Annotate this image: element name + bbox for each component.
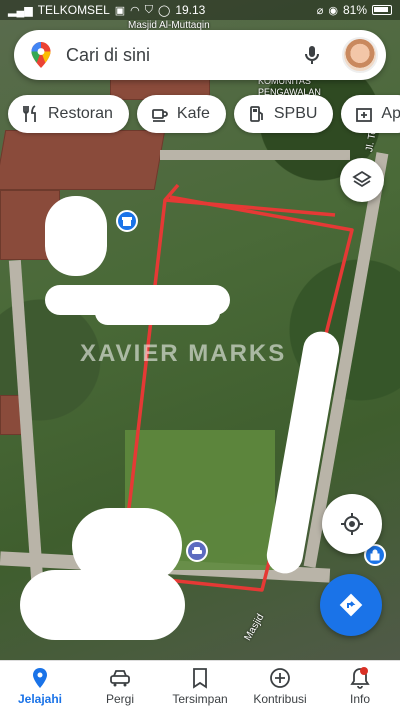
category-chips: Restoran Kafe SPBU Ap <box>0 95 400 133</box>
app-notification-icon: ▣ <box>114 4 126 17</box>
layers-icon <box>352 170 372 188</box>
chip-label: Ap <box>381 105 400 122</box>
carrier-name: TELKOMSEL <box>37 3 110 17</box>
directions-icon <box>339 593 363 617</box>
chip-kafe[interactable]: Kafe <box>136 95 226 133</box>
my-location-button[interactable] <box>322 494 382 554</box>
nav-label: Pergi <box>105 691 134 706</box>
car-icon <box>110 669 130 686</box>
whatsapp-icon: ◯ <box>158 4 171 17</box>
notification-dot <box>360 667 368 675</box>
poi-car-icon[interactable] <box>186 540 208 562</box>
clock: 19.13 <box>175 3 206 17</box>
battery-icon <box>372 5 392 15</box>
layers-button[interactable] <box>340 158 384 202</box>
nav-label: Kontribusi <box>253 691 307 706</box>
chip-label: SPBU <box>273 105 318 122</box>
gas-station-icon <box>249 106 263 122</box>
nav-tersimpan[interactable]: Tersimpan <box>162 667 238 706</box>
mic-icon[interactable] <box>300 43 324 67</box>
redaction-scribble <box>20 570 185 640</box>
search-input[interactable]: Cari di sini <box>66 45 300 66</box>
add-circle-icon <box>270 667 290 688</box>
search-bar[interactable]: Cari di sini <box>14 30 386 80</box>
status-bar: ▂▄▆ TELKOMSEL ▣ ◠ ⛉ ◯ 19.13 ⌀ ◉ 81% <box>0 0 400 20</box>
maps-pin-icon <box>31 42 51 68</box>
chip-label: Kafe <box>176 105 210 122</box>
poi-store-icon[interactable] <box>116 210 138 232</box>
chip-spbu[interactable]: SPBU <box>233 95 334 133</box>
my-location-icon <box>341 513 363 535</box>
cafe-icon <box>152 109 168 122</box>
wifi-icon: ◠ <box>130 4 140 17</box>
directions-button[interactable] <box>320 574 382 636</box>
chip-label: Restoran <box>48 105 113 122</box>
nav-label: Jelajahi <box>17 691 63 706</box>
explore-pin-icon <box>33 667 47 688</box>
chip-apotek[interactable]: Ap <box>341 95 400 133</box>
shield-icon: ⛉ <box>144 3 154 16</box>
chip-restoran[interactable]: Restoran <box>8 95 129 133</box>
signal-icon: ▂▄▆ <box>8 4 33 17</box>
apotek-icon <box>356 108 373 122</box>
bookmark-icon <box>193 667 207 689</box>
eye-icon: ◉ <box>328 4 338 17</box>
redaction-scribble <box>45 196 107 276</box>
restaurant-icon <box>23 105 36 122</box>
redaction-scribble <box>95 300 220 325</box>
bottom-navigation: Jelajahi Pergi Tersimpan Kontribusi Info <box>0 660 400 711</box>
mute-icon: ⌀ <box>316 4 324 17</box>
nav-jelajahi[interactable]: Jelajahi <box>2 667 78 706</box>
avatar[interactable] <box>342 37 378 73</box>
watermark: XAVIER MARKS <box>80 340 287 367</box>
nav-label: Tersimpan <box>172 691 228 706</box>
nav-kontribusi[interactable]: Kontribusi <box>242 667 318 706</box>
battery-percent: 81% <box>342 3 367 17</box>
nav-label: Info <box>349 691 370 706</box>
nav-pergi[interactable]: Pergi <box>82 667 158 706</box>
